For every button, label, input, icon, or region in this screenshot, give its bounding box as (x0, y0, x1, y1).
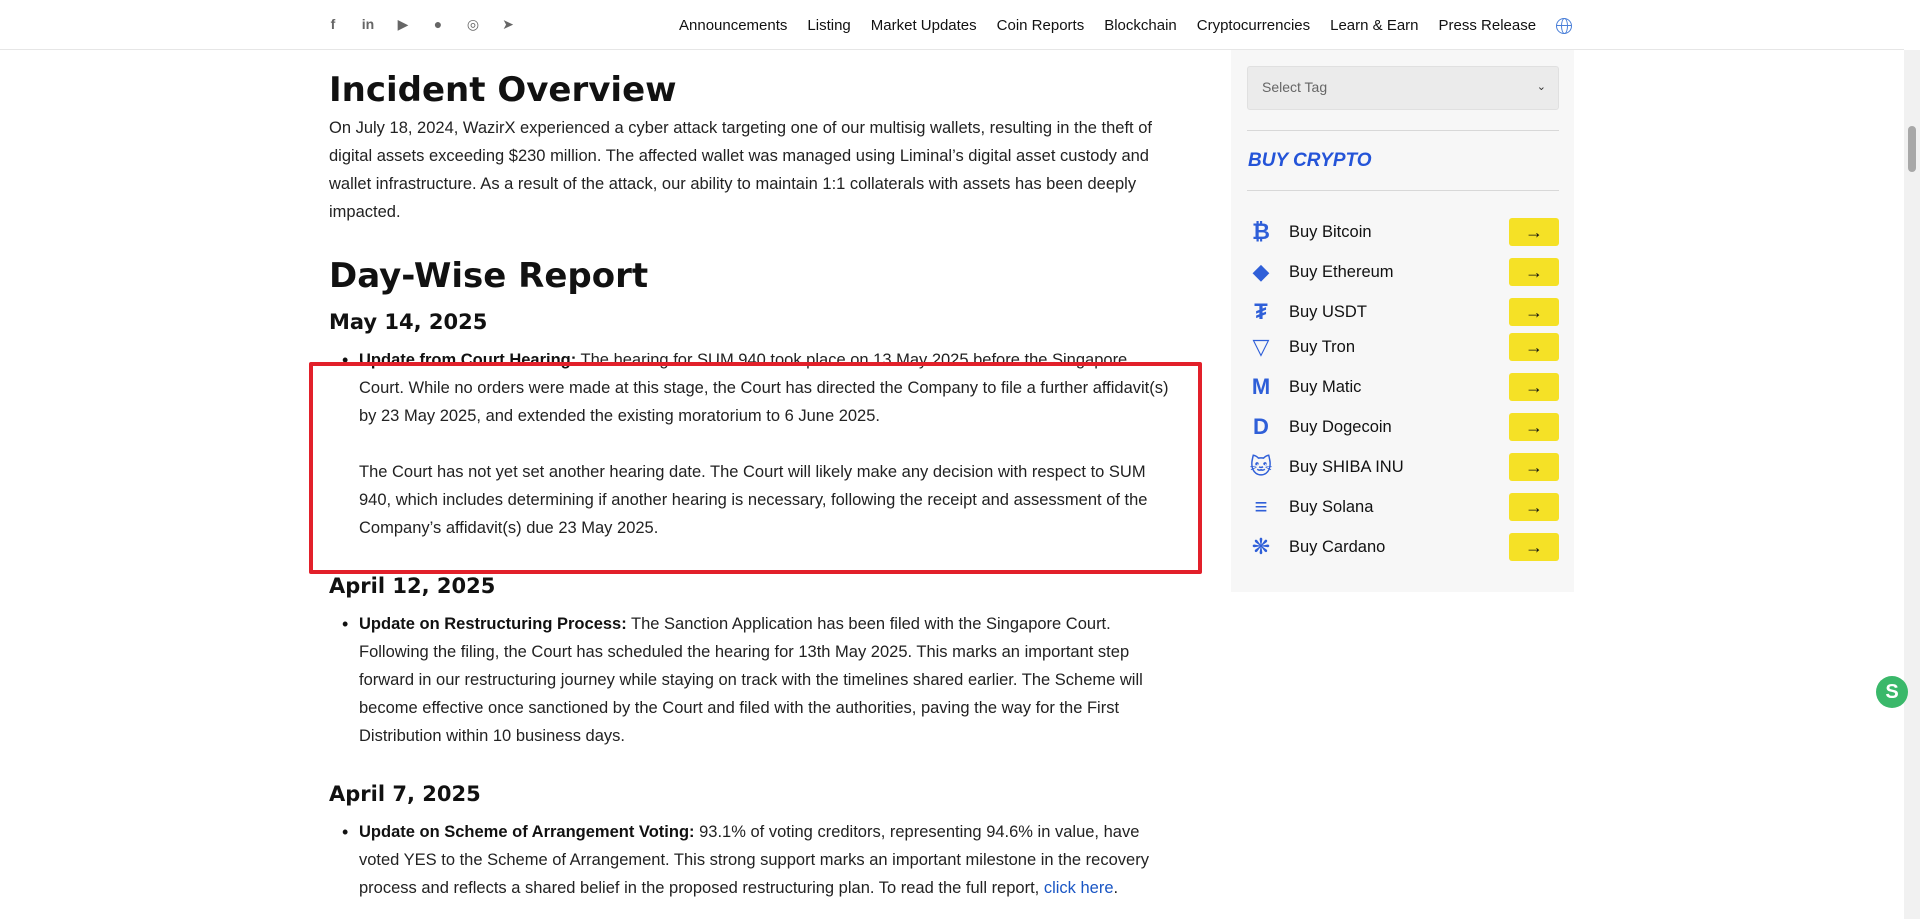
incident-overview-heading: Incident Overview (329, 70, 677, 110)
nav-learn-earn[interactable]: Learn & Earn (1330, 17, 1418, 34)
telegram-icon[interactable]: ➤ (499, 15, 517, 33)
facebook-icon[interactable]: f (324, 15, 342, 33)
social-links: f in ▶ ● ◎ ➤ (324, 15, 517, 33)
cardano-icon: ❋ (1251, 534, 1271, 559)
day-wise-report-heading: Day-Wise Report (329, 256, 649, 296)
buy-coin-label[interactable]: Buy Solana (1289, 498, 1373, 517)
buy-coin-row[interactable]: M Buy Matic → (1247, 371, 1559, 403)
select-tag-dropdown[interactable]: Select Tag ⌄ (1247, 66, 1559, 110)
buy-coin-row[interactable]: 🐱 Buy SHIBA INU → (1247, 451, 1559, 483)
nav-coin-reports[interactable]: Coin Reports (997, 17, 1085, 34)
solana-icon: ≡ (1254, 494, 1268, 519)
buy-coin-label[interactable]: Buy USDT (1289, 303, 1367, 322)
reddit-icon[interactable]: ● (429, 15, 447, 33)
list-item: Update on Restructuring Process: The San… (342, 610, 1169, 750)
nav-listing[interactable]: Listing (807, 17, 850, 34)
update-text-tail: . (1113, 879, 1119, 897)
nav-market-updates[interactable]: Market Updates (871, 17, 977, 34)
arrow-right-button[interactable]: → (1509, 258, 1559, 286)
arrow-right-button[interactable]: → (1509, 413, 1559, 441)
arrow-right-button[interactable]: → (1509, 493, 1559, 521)
update-heading: Update on Restructuring Process: (359, 615, 627, 633)
main-nav: Announcements Listing Market Updates Coi… (679, 17, 1573, 34)
buy-coin-row[interactable]: ≡ Buy Solana → (1247, 491, 1559, 523)
nav-press-release[interactable]: Press Release (1439, 17, 1537, 34)
arrow-right-button[interactable]: → (1509, 218, 1559, 246)
dogecoin-icon: D (1253, 414, 1269, 439)
arrow-right-button[interactable]: → (1509, 333, 1559, 361)
nav-blockchain[interactable]: Blockchain (1104, 17, 1177, 34)
entry-date: April 7, 2025 (329, 782, 481, 806)
chevron-down-icon: ⌄ (1536, 81, 1546, 93)
buy-coin-label[interactable]: Buy Ethereum (1289, 263, 1394, 282)
ethereum-icon: ◆ (1252, 259, 1270, 284)
instagram-icon[interactable]: ◎ (464, 15, 482, 33)
incident-overview-text: On July 18, 2024, WazirX experienced a c… (329, 119, 1152, 221)
tether-icon: ₮ (1254, 299, 1268, 324)
tron-icon: ▽ (1252, 334, 1270, 359)
divider (1247, 190, 1559, 191)
buy-crypto-title: BUY CRYPTO (1248, 150, 1372, 171)
entry-date: April 12, 2025 (329, 574, 496, 598)
entry-list: Update on Restructuring Process: The San… (329, 610, 1169, 750)
top-navigation-bar: f in ▶ ● ◎ ➤ Announcements Listing Marke… (0, 0, 1904, 50)
arrow-right-button[interactable]: → (1509, 453, 1559, 481)
scrollbar[interactable] (1904, 50, 1920, 919)
buy-coin-label[interactable]: Buy Matic (1289, 378, 1361, 397)
buy-coin-label[interactable]: Buy Bitcoin (1289, 223, 1372, 242)
update-text: The Sanction Application has been filed … (359, 615, 1143, 745)
list-item: Update on Scheme of Arrangement Voting: … (342, 818, 1169, 902)
arrow-right-button[interactable]: → (1509, 298, 1559, 326)
buy-coin-label[interactable]: Buy Dogecoin (1289, 418, 1392, 437)
buy-coin-label[interactable]: Buy SHIBA INU (1289, 458, 1404, 477)
nav-announcements[interactable]: Announcements (679, 17, 787, 34)
buy-coin-row[interactable]: ◆ Buy Ethereum → (1247, 256, 1559, 288)
bitcoin-icon: ₿ (1252, 219, 1270, 244)
chat-widget-icon[interactable]: S (1876, 676, 1908, 708)
shiba-icon: 🐱 (1249, 454, 1273, 479)
entry-date: May 14, 2025 (329, 310, 488, 334)
click-here-link[interactable]: click here (1044, 879, 1114, 897)
buy-coin-row[interactable]: D Buy Dogecoin → (1247, 411, 1559, 443)
linkedin-icon[interactable]: in (359, 15, 377, 33)
highlight-box (309, 362, 1202, 574)
arrow-right-button[interactable]: → (1509, 373, 1559, 401)
divider (1247, 130, 1559, 131)
matic-icon: M (1251, 374, 1271, 399)
update-heading: Update on Scheme of Arrangement Voting: (359, 823, 695, 841)
buy-coin-label[interactable]: Buy Cardano (1289, 538, 1385, 557)
buy-coin-row[interactable]: ❋ Buy Cardano → (1247, 531, 1559, 563)
scrollbar-thumb[interactable] (1908, 126, 1916, 172)
sidebar: Select Tag ⌄ BUY CRYPTO ₿ Buy Bitcoin → ◆ Bu… (1231, 50, 1574, 592)
select-tag-value: Select Tag (1262, 79, 1328, 95)
nav-cryptocurrencies[interactable]: Cryptocurrencies (1197, 17, 1310, 34)
arrow-right-button[interactable]: → (1509, 533, 1559, 561)
youtube-icon[interactable]: ▶ (394, 15, 412, 33)
buy-coin-label[interactable]: Buy Tron (1289, 338, 1355, 357)
buy-coin-row[interactable]: ₿ Buy Bitcoin → (1247, 216, 1559, 248)
entry-list: Update on Scheme of Arrangement Voting: … (329, 818, 1169, 902)
buy-coin-row[interactable]: ▽ Buy Tron → (1247, 331, 1559, 363)
language-globe-icon[interactable] (1556, 17, 1573, 34)
buy-coin-row[interactable]: ₮ Buy USDT → (1247, 296, 1559, 328)
